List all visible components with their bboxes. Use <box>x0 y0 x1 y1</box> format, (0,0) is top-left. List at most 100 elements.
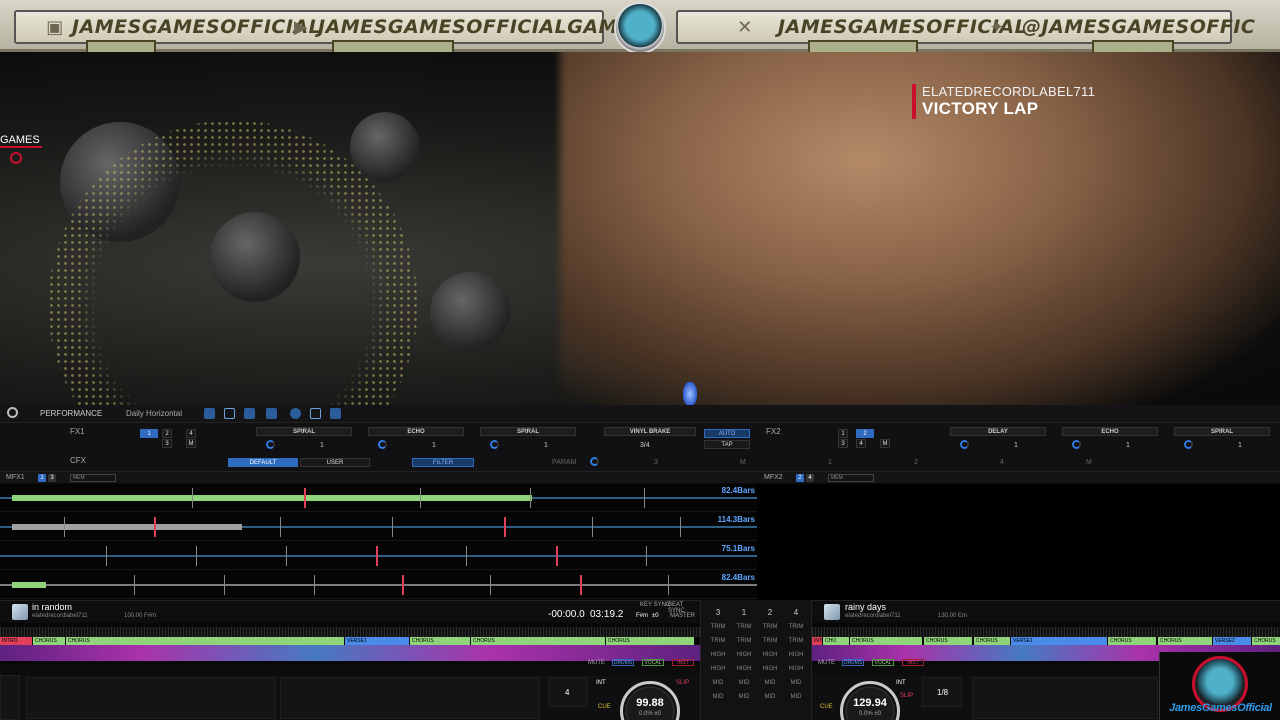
mfx1-badge-1[interactable]: 1 <box>38 474 46 482</box>
high-eq-knob[interactable]: HIGH <box>787 648 805 662</box>
record-toggle-icon[interactable] <box>290 408 301 419</box>
deck-1-overview[interactable]: INTRO CHORUS CHORUS VERSE1 CHORUS CHORUS… <box>0 623 700 665</box>
layout-mode[interactable]: PERFORMANCE <box>40 409 102 418</box>
cfx-user-button[interactable]: USER <box>300 458 370 467</box>
mfx1-badge-3[interactable]: 3 <box>48 474 56 482</box>
trim-knob[interactable]: TRIM <box>735 620 753 634</box>
deck-2-inst-button[interactable]: INST <box>902 659 924 666</box>
high-eq-knob[interactable]: HIGH <box>709 662 727 676</box>
vinyl-brake-slot[interactable]: VINYL BRAKE <box>604 427 696 436</box>
library-layout[interactable]: Daily Horizontal <box>126 409 182 418</box>
pad-area[interactable] <box>26 677 276 719</box>
trim-knob[interactable]: TRIM <box>761 620 779 634</box>
high-eq-knob[interactable]: HIGH <box>787 662 805 676</box>
layout-icon[interactable] <box>204 408 215 419</box>
deck-1-jog-pct: 0.0% ±0 <box>623 711 677 717</box>
fx2-knob-1[interactable] <box>960 440 969 449</box>
fx2-slot-3[interactable]: SPIRAL <box>1174 427 1270 436</box>
key-sync-button[interactable]: KEY SYNC <box>640 602 670 608</box>
trim-knob[interactable]: TRIM <box>787 634 805 648</box>
mid-eq-knob[interactable]: MID <box>787 690 805 704</box>
master-button[interactable]: MASTER <box>670 613 695 619</box>
youtube-link[interactable]: ▶ JAMESGAMESOFFICIALGAME <box>290 14 631 40</box>
fx1-knob-2[interactable] <box>378 440 387 449</box>
deck-2-int-label[interactable]: INT <box>896 680 906 686</box>
mfx2-mem[interactable]: MEM <box>828 474 874 482</box>
trim-knob[interactable]: TRIM <box>735 634 753 648</box>
deck-2-quantize-box[interactable]: 1/8 <box>922 677 962 707</box>
high-eq-knob[interactable]: HIGH <box>761 648 779 662</box>
waveform-deck-3[interactable]: 75.1Bars <box>0 542 757 570</box>
user-icon[interactable] <box>330 408 341 419</box>
fx2-slot-1[interactable]: DELAY <box>950 427 1046 436</box>
sampler-icon[interactable] <box>266 408 277 419</box>
high-eq-knob[interactable]: HIGH <box>709 648 727 662</box>
mid-eq-knob[interactable]: MID <box>761 676 779 690</box>
mixer-icon[interactable] <box>224 408 235 419</box>
gear-icon[interactable] <box>7 407 18 418</box>
high-eq-knob[interactable]: HIGH <box>735 648 753 662</box>
cfx-filter-button[interactable]: FILTER <box>412 458 474 467</box>
waveform-deck-4[interactable]: 82.4Bars <box>0 571 757 599</box>
deck-2-vocal-button[interactable]: VOCAL <box>872 659 894 666</box>
grid-icon[interactable] <box>244 408 255 419</box>
fx1-slot-1[interactable]: SPIRAL <box>256 427 352 436</box>
deck-1-quantize-box[interactable]: 4 <box>548 677 588 707</box>
waveform-deck-2[interactable]: 114.3Bars <box>0 513 757 541</box>
fx1-beat-4[interactable]: 4 <box>186 429 196 438</box>
fx1-knob-3[interactable] <box>490 440 499 449</box>
cfx-default-button[interactable]: DEFAULT <box>228 458 298 467</box>
fx2-slot-2[interactable]: ECHO <box>1062 427 1158 436</box>
mid-eq-knob[interactable]: MID <box>735 690 753 704</box>
deck-2-drums-button[interactable]: DRUMS <box>842 659 864 666</box>
fx2-beat-1[interactable]: 1 <box>838 429 848 438</box>
trim-knob[interactable]: TRIM <box>787 620 805 634</box>
fx2-knob-2[interactable] <box>1072 440 1081 449</box>
trim-knob[interactable]: TRIM <box>709 620 727 634</box>
fx2-beat-m[interactable]: M <box>880 439 890 448</box>
high-eq-knob[interactable]: HIGH <box>761 662 779 676</box>
deck-1-drums-button[interactable]: DRUMS <box>612 659 634 666</box>
x-link[interactable]: ✕ JAMESGAMESOFFICIAL <box>734 14 1027 40</box>
fx1-beat-m[interactable]: M <box>186 439 196 448</box>
mid-eq-knob[interactable]: MID <box>787 676 805 690</box>
twitch-link[interactable]: ▣ JAMESGAMESOFFICIAL <box>44 14 321 40</box>
deck-1-inst-button[interactable]: INST <box>672 659 694 666</box>
mid-eq-knob[interactable]: MID <box>709 690 727 704</box>
fx1-beat-1[interactable]: 1 <box>140 429 158 438</box>
deck-2-cue-label[interactable]: CUE <box>820 704 833 710</box>
mfx2-badge-4[interactable]: 4 <box>806 474 814 482</box>
deck-1-int-label[interactable]: INT <box>596 680 606 686</box>
fx2-beat-3[interactable]: 3 <box>838 439 848 448</box>
pad-area[interactable] <box>280 677 540 719</box>
deck-1-slip-label[interactable]: SLIP <box>676 680 689 686</box>
settings-panel-icon[interactable] <box>310 408 321 419</box>
fx1-knob-1[interactable] <box>266 440 275 449</box>
trim-knob[interactable]: TRIM <box>761 634 779 648</box>
high-eq-knob[interactable]: HIGH <box>735 662 753 676</box>
grid-toggle-icon[interactable] <box>0 675 20 720</box>
tap-button[interactable]: TAP <box>704 440 750 449</box>
fx2-knob-3[interactable] <box>1184 440 1193 449</box>
fx2-beat-2[interactable]: 2 <box>856 429 874 438</box>
fx2-beat-4[interactable]: 4 <box>856 439 866 448</box>
mid-eq-knob[interactable]: MID <box>735 676 753 690</box>
waveform-deck-1[interactable]: 82.4Bars <box>0 484 757 512</box>
twitter-link[interactable]: ✦ @JAMESGAMESOFFIC <box>986 14 1255 40</box>
deck-1-cue-label[interactable]: CUE <box>598 704 611 710</box>
deck-2-slip-label[interactable]: SLIP <box>900 693 913 699</box>
deck-1-vocal-button[interactable]: VOCAL <box>642 659 664 666</box>
trim-knob[interactable]: TRIM <box>709 634 727 648</box>
fx1-beat-3[interactable]: 3 <box>162 439 172 448</box>
mfx2-badge-2[interactable]: 2 <box>796 474 804 482</box>
mfx1-mem[interactable]: MEM <box>70 474 116 482</box>
mid-eq-knob[interactable]: MID <box>761 690 779 704</box>
auto-button[interactable]: AUTO <box>704 429 750 438</box>
twitter-bird-icon: ✦ <box>989 16 1005 38</box>
fx1-slot-2[interactable]: ECHO <box>368 427 464 436</box>
mid-eq-knob[interactable]: MID <box>709 676 727 690</box>
pad-area[interactable] <box>972 677 1158 719</box>
fx1-beat-2[interactable]: 2 <box>162 429 172 438</box>
cfx-param-knob[interactable] <box>590 457 599 466</box>
fx1-slot-3[interactable]: SPIRAL <box>480 427 576 436</box>
